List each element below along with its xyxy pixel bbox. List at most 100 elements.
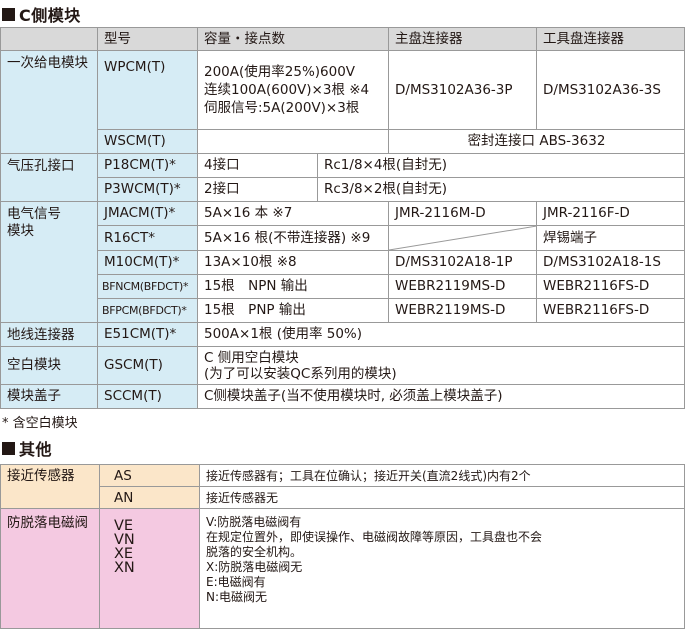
desc-cell: 接近传感器有；工具在位确认；接近开关(直流2线式)内有2个 — [199, 464, 685, 487]
master-connector-cell-na — [388, 225, 537, 251]
code-line: XE — [114, 546, 134, 562]
category-line: 模块 — [7, 223, 34, 239]
desc-cell-valve: V:防脱落电磁阀有 在规定位置外，即使误操作、电磁阀故障等原因，工具盘也不会 脱… — [199, 508, 685, 629]
section-title-text: 其他 — [19, 440, 53, 459]
section-title-c-side: C側模块 — [2, 3, 81, 25]
table-row: P3WCM(T)* 2接口 Rc3/8×2根(自封无) — [1, 177, 685, 202]
code-cell: AS — [99, 464, 200, 487]
model-cell: E51CM(T)* — [97, 322, 198, 347]
desc-line: X:防脱落电磁阀无 — [206, 560, 303, 574]
capacity-line: (为了可以安装QC系列用的模块) — [204, 365, 397, 382]
table-row: 模块盖子 SCCM(T) C侧模块盖子(当不使用模块时, 必须盖上模块盖子) — [0, 384, 685, 409]
capacity-cell-power: 200A(使用率25%)600V 连续100A(600V)×3根 ※4 伺服信号… — [197, 50, 389, 130]
table-row: BFNCM(BFDCT)* 15根 NPN 输出 WEBR2119MS-D WE… — [1, 274, 685, 299]
tool-connector-cell: D/MS3102A36-3S — [536, 50, 685, 130]
header-cell-model: 型号 — [97, 27, 198, 51]
category-air: 气压孔接口 — [0, 153, 98, 202]
model-cell: P3WCM(T)* — [97, 177, 198, 202]
table-header-row: 型号 容量・接点数 主盘连接器 工具盘连接器 — [0, 27, 685, 51]
desc-line: N:电磁阀无 — [206, 590, 268, 604]
section-title-other: 其他 — [2, 437, 52, 459]
category-ground: 地线连接器 — [0, 322, 98, 347]
header-cell-master-connector: 主盘连接器 — [388, 27, 537, 51]
model-cell: WSCM(T) — [97, 129, 198, 154]
master-connector-cell: JMR-2116M-D — [388, 201, 537, 226]
model-cell: M10CM(T)* — [97, 250, 198, 275]
capacity-cell-empty — [197, 129, 389, 154]
category-valve: 防脱落电磁阀 — [0, 508, 100, 629]
tool-connector-cell: 焊锡端子 — [536, 225, 685, 251]
codes-cell: VE VN XE XN — [99, 508, 200, 629]
black-square-icon — [2, 441, 15, 455]
desc-cell: 接近传感器无 — [199, 486, 685, 509]
code-cell: AN — [99, 486, 200, 509]
category-cover: 模块盖子 — [0, 384, 98, 409]
header-cell-capacity: 容量・接点数 — [197, 27, 389, 51]
header-cell-empty — [0, 27, 98, 51]
capacity-line: 200A(使用率25%)600V — [204, 64, 356, 80]
code-line: VN — [114, 532, 135, 548]
spec-cell: Rc3/8×2根(自封无) — [317, 177, 685, 202]
table-row: BFPCM(BFDCT)* 15根 PNP 输出 WEBR2119MS-D WE… — [1, 298, 685, 323]
master-connector-cell: D/MS3102A18-1P — [388, 250, 537, 275]
tool-connector-cell: WEBR2116FS-D — [536, 298, 685, 323]
capacity-cell: 15根 NPN 输出 — [197, 274, 389, 299]
table-row: 空白模块 GSCM(T) C 侧用空白模块 (为了可以安装QC系列用的模块) — [0, 346, 685, 385]
c-side-module-table: 型号 容量・接点数 主盘连接器 工具盘连接器 一次给电模块 WPCM(T) 20… — [0, 27, 685, 409]
table-row: R16CT* 5A×16 根(不带连接器) ※9 焊锡端子 — [1, 225, 685, 251]
header-cell-tool-connector: 工具盘连接器 — [536, 27, 685, 51]
capacity-cell: C侧模块盖子(当不使用模块时, 必须盖上模块盖子) — [197, 384, 685, 409]
capacity-cell: 15根 PNP 输出 — [197, 298, 389, 323]
category-proximity: 接近传感器 — [0, 464, 100, 509]
code-line: XN — [114, 560, 135, 576]
ports-cell: 4接口 — [197, 153, 318, 178]
table-row: 防脱落电磁阀 VE VN XE XN V:防脱落电磁阀有 在规定位置外，即使误操… — [0, 508, 685, 629]
category-line: 电气信号 — [7, 206, 61, 222]
category-power: 一次给电模块 — [0, 50, 98, 154]
model-cell: BFPCM(BFDCT)* — [97, 298, 198, 323]
table-row: 接近传感器 AS 接近传感器有；工具在位确认；接近开关(直流2线式)内有2个 — [0, 464, 685, 509]
table-row: 地线连接器 E51CM(T)* 500A×1根 (使用率 50%) — [0, 322, 685, 347]
capacity-line: 连续100A(600V)×3根 ※4 — [204, 82, 370, 98]
tool-connector-cell: JMR-2116F-D — [536, 201, 685, 226]
capacity-line: 伺服信号:5A(200V)×3根 — [204, 100, 360, 116]
model-cell: BFNCM(BFDCT)* — [97, 274, 198, 299]
table-row: 一次给电模块 WPCM(T) 200A(使用率25%)600V 连续100A(6… — [0, 50, 685, 154]
model-cell: WPCM(T) — [97, 50, 198, 130]
code-line: VE — [114, 518, 134, 534]
model-cell: SCCM(T) — [97, 384, 198, 409]
capacity-cell: 500A×1根 (使用率 50%) — [197, 322, 685, 347]
sealed-connector-cell: 密封连接口 ABS-3632 — [388, 129, 685, 154]
capacity-cell: 5A×16 本 ※7 — [197, 201, 389, 226]
capacity-cell: 5A×16 根(不带连接器) ※9 — [197, 225, 389, 251]
table-row: WSCM(T) 密封连接口 ABS-3632 — [1, 129, 685, 154]
category-signal: 电气信号 模块 — [0, 201, 98, 323]
table-row: M10CM(T)* 13A×10根 ※8 D/MS3102A18-1P D/MS… — [1, 250, 685, 275]
desc-line: 脱落的安全机构。 — [206, 545, 303, 559]
tool-connector-cell: WEBR2116FS-D — [536, 274, 685, 299]
spec-cell: Rc1/8×4根(自封无) — [317, 153, 685, 178]
category-blank: 空白模块 — [0, 346, 98, 385]
footnote: * 含空白模块 — [2, 416, 78, 431]
master-connector-cell: WEBR2119MS-D — [388, 298, 537, 323]
desc-line: V:防脱落电磁阀有 — [206, 515, 302, 529]
other-options-table: 接近传感器 AS 接近传感器有；工具在位确认；接近开关(直流2线式)内有2个 A… — [0, 464, 685, 629]
ports-cell: 2接口 — [197, 177, 318, 202]
master-connector-cell: D/MS3102A36-3P — [388, 50, 537, 130]
model-cell: GSCM(T) — [97, 346, 198, 385]
desc-line: 在规定位置外，即使误操作、电磁阀故障等原因，工具盘也不会 — [206, 530, 543, 544]
capacity-line: C 侧用空白模块 — [204, 349, 299, 366]
desc-line: E:电磁阀有 — [206, 575, 266, 589]
tool-connector-cell: D/MS3102A18-1S — [536, 250, 685, 275]
table-row: 气压孔接口 P18CM(T)* 4接口 Rc1/8×4根(自封无) — [0, 153, 685, 202]
model-cell: R16CT* — [97, 225, 198, 251]
table-row: AN 接近传感器无 — [1, 486, 685, 509]
section-title-text: C側模块 — [19, 6, 81, 25]
diagonal-slash-icon — [389, 226, 536, 250]
table-row: 电气信号 模块 JMACM(T)* 5A×16 本 ※7 JMR-2116M-D… — [0, 201, 685, 323]
black-square-icon — [2, 7, 15, 21]
master-connector-cell: WEBR2119MS-D — [388, 274, 537, 299]
capacity-cell-blank: C 侧用空白模块 (为了可以安装QC系列用的模块) — [197, 346, 685, 385]
capacity-cell: 13A×10根 ※8 — [197, 250, 389, 275]
model-cell: P18CM(T)* — [97, 153, 198, 178]
